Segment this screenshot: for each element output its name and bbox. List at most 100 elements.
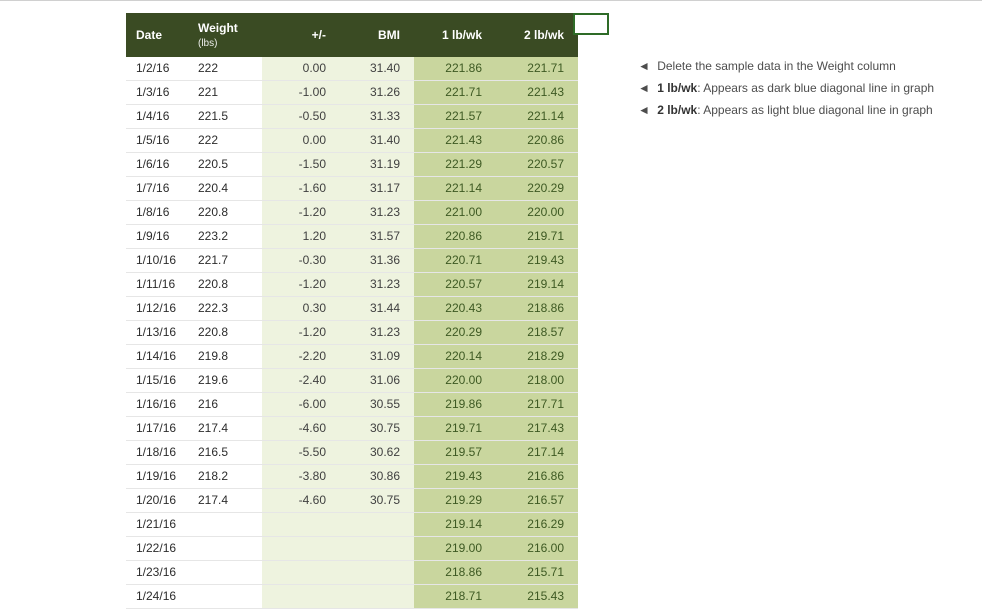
- selected-cell[interactable]: [573, 13, 609, 35]
- cell-1lbwk[interactable]: 219.57: [414, 441, 496, 465]
- cell-bmi[interactable]: 31.09: [340, 345, 414, 369]
- cell-weight[interactable]: [188, 561, 262, 585]
- cell-2lbwk[interactable]: 217.43: [496, 417, 578, 441]
- cell-date[interactable]: 1/4/16: [126, 105, 188, 129]
- cell-2lbwk[interactable]: 221.71: [496, 57, 578, 81]
- cell-weight[interactable]: 220.8: [188, 201, 262, 225]
- cell-1lbwk[interactable]: 221.43: [414, 129, 496, 153]
- cell-plus-minus[interactable]: [262, 513, 340, 537]
- cell-2lbwk[interactable]: 216.57: [496, 489, 578, 513]
- cell-plus-minus[interactable]: -2.40: [262, 369, 340, 393]
- cell-date[interactable]: 1/15/16: [126, 369, 188, 393]
- cell-1lbwk[interactable]: 218.86: [414, 561, 496, 585]
- cell-weight[interactable]: 217.4: [188, 489, 262, 513]
- header-1lbwk[interactable]: 1 lb/wk: [414, 13, 496, 57]
- cell-bmi[interactable]: 31.26: [340, 81, 414, 105]
- cell-1lbwk[interactable]: 219.14: [414, 513, 496, 537]
- cell-2lbwk[interactable]: 220.86: [496, 129, 578, 153]
- cell-weight[interactable]: 222: [188, 57, 262, 81]
- cell-2lbwk[interactable]: 219.43: [496, 249, 578, 273]
- cell-weight[interactable]: [188, 537, 262, 561]
- cell-bmi[interactable]: 31.23: [340, 273, 414, 297]
- cell-bmi[interactable]: [340, 513, 414, 537]
- cell-weight[interactable]: 220.8: [188, 321, 262, 345]
- cell-weight[interactable]: 221: [188, 81, 262, 105]
- cell-date[interactable]: 1/8/16: [126, 201, 188, 225]
- cell-plus-minus[interactable]: -0.30: [262, 249, 340, 273]
- cell-1lbwk[interactable]: 220.86: [414, 225, 496, 249]
- cell-bmi[interactable]: 31.23: [340, 201, 414, 225]
- cell-2lbwk[interactable]: 219.71: [496, 225, 578, 249]
- cell-1lbwk[interactable]: 221.86: [414, 57, 496, 81]
- cell-1lbwk[interactable]: 221.57: [414, 105, 496, 129]
- cell-plus-minus[interactable]: -1.00: [262, 81, 340, 105]
- cell-1lbwk[interactable]: 219.71: [414, 417, 496, 441]
- cell-weight[interactable]: [188, 513, 262, 537]
- cell-date[interactable]: 1/3/16: [126, 81, 188, 105]
- cell-plus-minus[interactable]: 1.20: [262, 225, 340, 249]
- cell-bmi[interactable]: 31.40: [340, 57, 414, 81]
- header-2lbwk[interactable]: 2 lb/wk: [496, 13, 578, 57]
- cell-date[interactable]: 1/18/16: [126, 441, 188, 465]
- header-weight[interactable]: Weight (lbs): [188, 13, 262, 57]
- cell-plus-minus[interactable]: [262, 561, 340, 585]
- cell-bmi[interactable]: 31.33: [340, 105, 414, 129]
- header-date[interactable]: Date: [126, 13, 188, 57]
- cell-1lbwk[interactable]: 221.71: [414, 81, 496, 105]
- cell-1lbwk[interactable]: 221.29: [414, 153, 496, 177]
- header-plus-minus[interactable]: +/-: [262, 13, 340, 57]
- cell-date[interactable]: 1/7/16: [126, 177, 188, 201]
- cell-bmi[interactable]: [340, 537, 414, 561]
- cell-date[interactable]: 1/20/16: [126, 489, 188, 513]
- cell-2lbwk[interactable]: 218.29: [496, 345, 578, 369]
- cell-1lbwk[interactable]: 221.00: [414, 201, 496, 225]
- cell-date[interactable]: 1/2/16: [126, 57, 188, 81]
- cell-weight[interactable]: 217.4: [188, 417, 262, 441]
- cell-plus-minus[interactable]: -1.20: [262, 321, 340, 345]
- cell-plus-minus[interactable]: -4.60: [262, 489, 340, 513]
- cell-2lbwk[interactable]: 215.71: [496, 561, 578, 585]
- cell-plus-minus[interactable]: -2.20: [262, 345, 340, 369]
- cell-plus-minus[interactable]: 0.00: [262, 129, 340, 153]
- cell-bmi[interactable]: 31.40: [340, 129, 414, 153]
- cell-date[interactable]: 1/13/16: [126, 321, 188, 345]
- cell-plus-minus[interactable]: [262, 585, 340, 609]
- cell-weight[interactable]: 222.3: [188, 297, 262, 321]
- cell-bmi[interactable]: 30.62: [340, 441, 414, 465]
- cell-plus-minus[interactable]: -5.50: [262, 441, 340, 465]
- cell-weight[interactable]: 219.6: [188, 369, 262, 393]
- cell-plus-minus[interactable]: -1.20: [262, 201, 340, 225]
- cell-date[interactable]: 1/23/16: [126, 561, 188, 585]
- cell-bmi[interactable]: 30.55: [340, 393, 414, 417]
- cell-bmi[interactable]: 30.86: [340, 465, 414, 489]
- cell-1lbwk[interactable]: 219.29: [414, 489, 496, 513]
- cell-weight[interactable]: 220.5: [188, 153, 262, 177]
- cell-plus-minus[interactable]: -1.50: [262, 153, 340, 177]
- cell-weight[interactable]: 219.8: [188, 345, 262, 369]
- cell-2lbwk[interactable]: 219.14: [496, 273, 578, 297]
- cell-plus-minus[interactable]: 0.00: [262, 57, 340, 81]
- cell-bmi[interactable]: 30.75: [340, 417, 414, 441]
- cell-date[interactable]: 1/5/16: [126, 129, 188, 153]
- cell-date[interactable]: 1/21/16: [126, 513, 188, 537]
- cell-2lbwk[interactable]: 218.00: [496, 369, 578, 393]
- cell-2lbwk[interactable]: 221.14: [496, 105, 578, 129]
- cell-date[interactable]: 1/12/16: [126, 297, 188, 321]
- cell-bmi[interactable]: 31.36: [340, 249, 414, 273]
- cell-bmi[interactable]: 30.75: [340, 489, 414, 513]
- cell-bmi[interactable]: 31.17: [340, 177, 414, 201]
- header-bmi[interactable]: BMI: [340, 13, 414, 57]
- cell-2lbwk[interactable]: 217.14: [496, 441, 578, 465]
- cell-2lbwk[interactable]: 218.86: [496, 297, 578, 321]
- cell-plus-minus[interactable]: -1.60: [262, 177, 340, 201]
- cell-date[interactable]: 1/22/16: [126, 537, 188, 561]
- cell-1lbwk[interactable]: 219.86: [414, 393, 496, 417]
- cell-weight[interactable]: 220.4: [188, 177, 262, 201]
- cell-weight[interactable]: 216.5: [188, 441, 262, 465]
- cell-1lbwk[interactable]: 220.29: [414, 321, 496, 345]
- cell-2lbwk[interactable]: 216.29: [496, 513, 578, 537]
- cell-2lbwk[interactable]: 218.57: [496, 321, 578, 345]
- cell-weight[interactable]: 221.5: [188, 105, 262, 129]
- cell-bmi[interactable]: [340, 561, 414, 585]
- cell-weight[interactable]: 220.8: [188, 273, 262, 297]
